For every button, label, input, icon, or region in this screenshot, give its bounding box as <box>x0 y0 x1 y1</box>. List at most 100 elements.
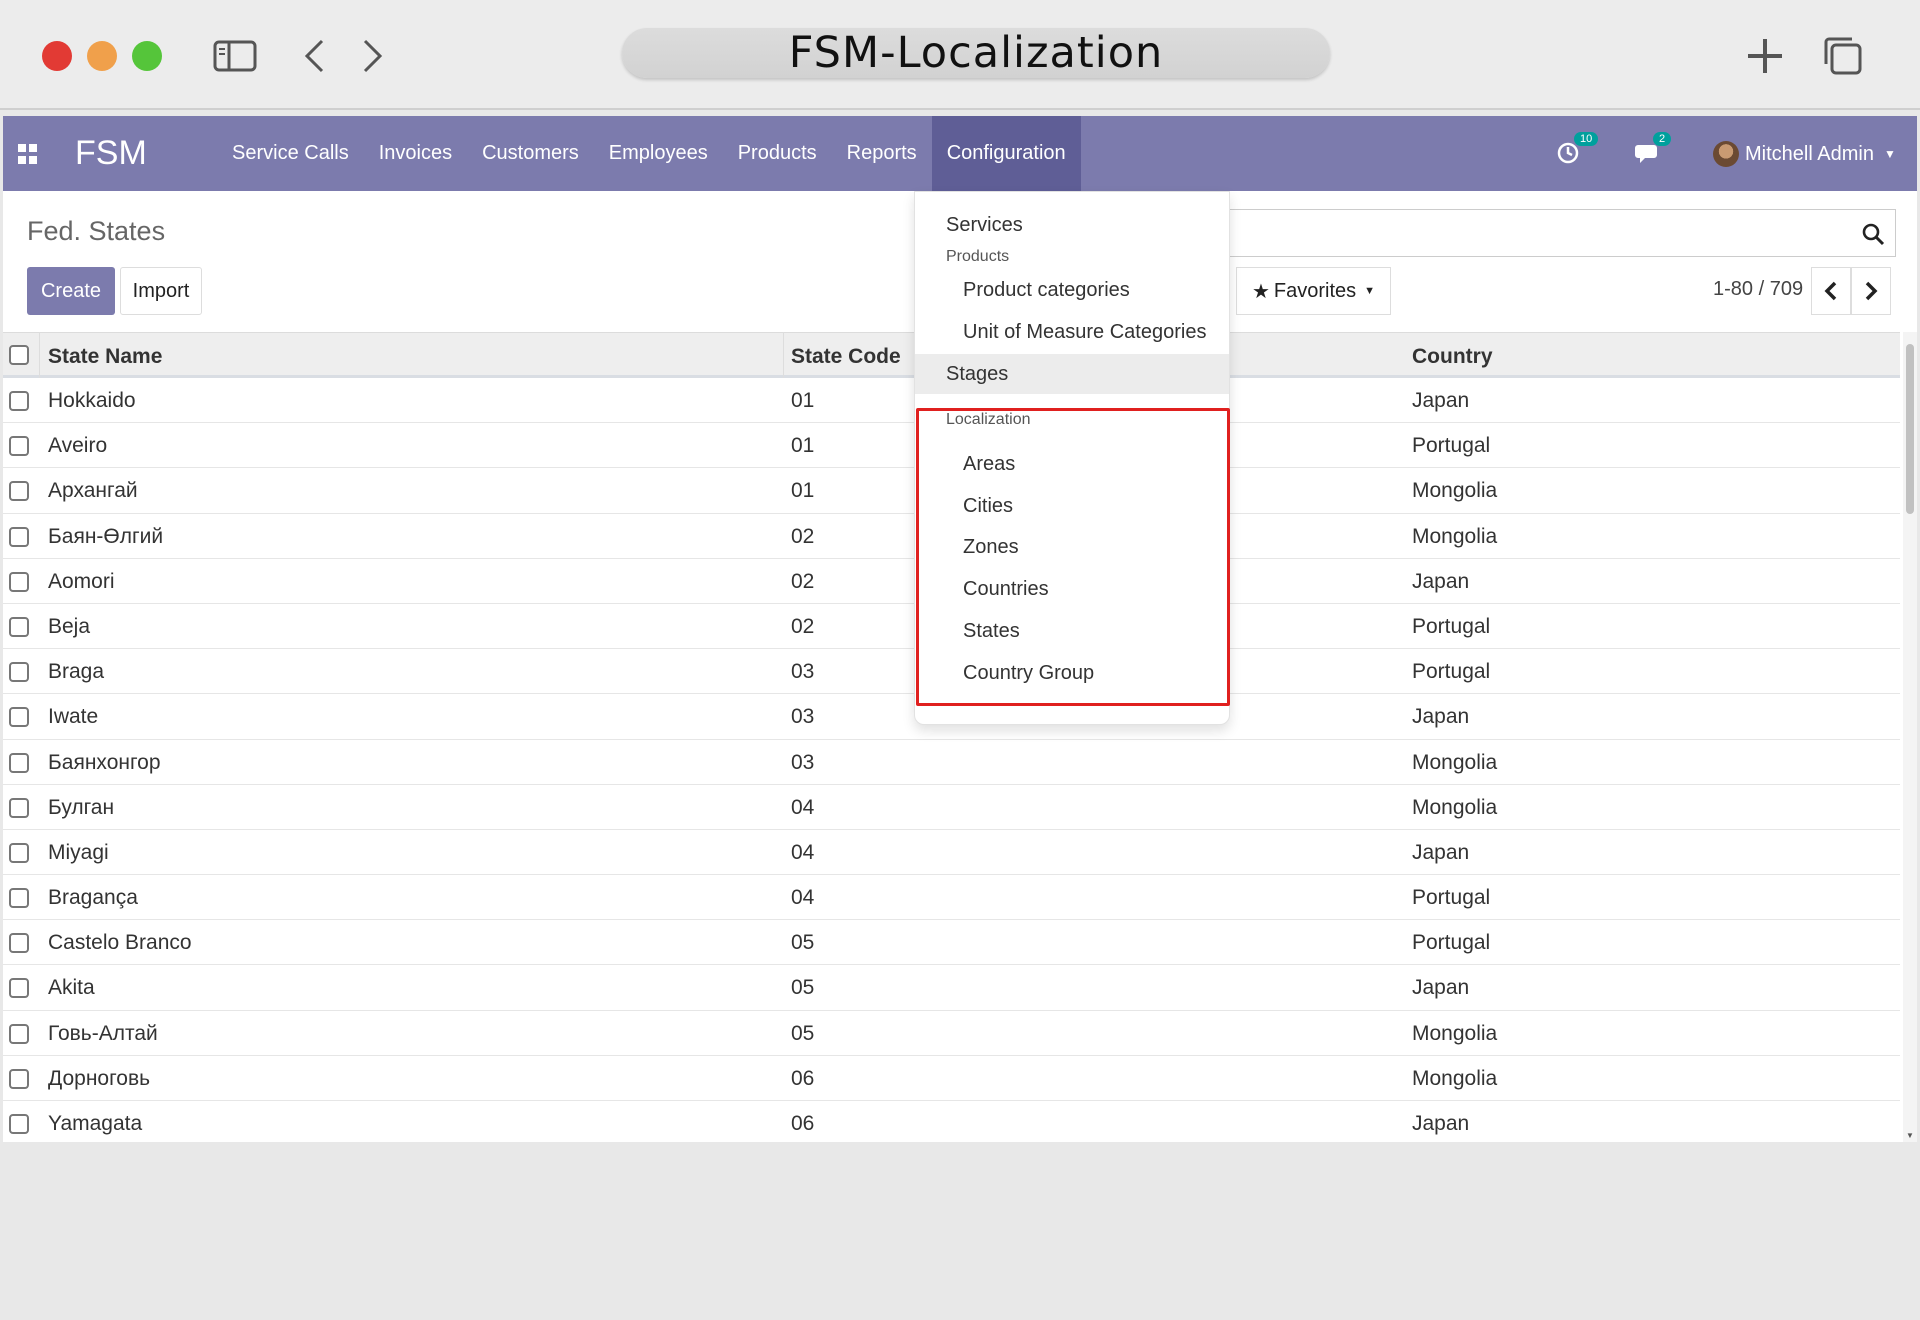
state-code-cell: 02 <box>791 524 815 548</box>
row-checkbox[interactable] <box>9 616 29 637</box>
country-cell: Mongolia <box>1412 479 1498 503</box>
dropdown-item-countries[interactable]: Countries <box>915 569 1229 609</box>
dropdown-item-states[interactable]: States <box>915 611 1229 651</box>
state-code-cell: 01 <box>791 389 815 412</box>
new-tab-plus-icon[interactable] <box>1740 34 1790 78</box>
search-input[interactable] <box>1218 209 1896 257</box>
column-header-country[interactable]: Country <box>1412 345 1493 369</box>
menu-products[interactable]: Products <box>723 116 832 191</box>
row-checkbox[interactable] <box>9 752 29 773</box>
menu-employees[interactable]: Employees <box>594 116 723 191</box>
chevron-left-icon <box>1824 281 1837 301</box>
dropdown-item-services[interactable]: Services <box>915 205 1229 245</box>
avatar <box>1713 141 1739 167</box>
dropdown-item-country-group[interactable]: Country Group <box>915 653 1229 693</box>
row-checkbox[interactable] <box>9 436 29 457</box>
state-code-cell: 04 <box>791 795 815 819</box>
row-checkbox[interactable] <box>9 662 29 683</box>
user-menu[interactable]: Mitchell Admin ▼ <box>1713 138 1896 170</box>
table-row[interactable]: Miyagi 04 Japan <box>3 830 1900 876</box>
configuration-dropdown: Services Products Product categories Uni… <box>914 191 1230 725</box>
dropdown-item-stages[interactable]: Stages <box>915 354 1229 394</box>
back-arrow-icon[interactable] <box>296 34 332 78</box>
row-checkbox[interactable] <box>9 526 29 547</box>
select-all-checkbox[interactable] <box>9 345 29 365</box>
activity-icon[interactable]: 10 <box>1556 132 1599 168</box>
menu-reports[interactable]: Reports <box>832 116 932 191</box>
row-checkbox[interactable] <box>9 1114 29 1134</box>
table-row[interactable]: Yamagata 06 Japan <box>3 1101 1900 1142</box>
menu-service-calls[interactable]: Service Calls <box>217 116 364 191</box>
apps-menu-icon[interactable] <box>18 144 38 164</box>
scrollbar-thumb[interactable] <box>1906 344 1914 514</box>
row-checkbox[interactable] <box>9 1068 29 1089</box>
maximize-window-button[interactable] <box>132 41 162 71</box>
column-header-state-code[interactable]: State Code <box>791 345 901 369</box>
country-cell: Portugal <box>1412 434 1491 458</box>
forward-arrow-icon[interactable] <box>355 34 391 78</box>
create-button[interactable]: Create <box>27 267 115 315</box>
dropdown-item-uom-categories[interactable]: Unit of Measure Categories <box>915 312 1229 352</box>
vertical-scrollbar[interactable]: ▼ <box>1903 332 1917 1142</box>
country-cell: Japan <box>1412 1112 1470 1135</box>
caret-down-icon: ▼ <box>1883 147 1896 161</box>
state-name-cell: Castelo Branco <box>48 931 192 955</box>
row-checkbox[interactable] <box>9 481 29 502</box>
row-checkbox[interactable] <box>9 978 29 999</box>
minimize-window-button[interactable] <box>87 41 117 71</box>
row-checkbox[interactable] <box>9 707 29 728</box>
menu-invoices[interactable]: Invoices <box>364 116 467 191</box>
row-checkbox[interactable] <box>9 391 29 411</box>
row-checkbox[interactable] <box>9 571 29 592</box>
country-cell: Mongolia <box>1412 795 1498 819</box>
dropdown-item-areas[interactable]: Areas <box>915 444 1229 484</box>
row-checkbox[interactable] <box>9 797 29 818</box>
sidebar-toggle-icon[interactable] <box>212 34 258 78</box>
state-name-cell: Aomori <box>48 569 115 593</box>
state-name-cell: Hokkaido <box>48 389 136 412</box>
address-bar[interactable]: FSM-Localization <box>622 28 1330 78</box>
menu-customers[interactable]: Customers <box>467 116 594 191</box>
dropdown-item-cities[interactable]: Cities <box>915 486 1229 526</box>
messages-icon[interactable]: 2 <box>1635 132 1672 168</box>
column-header-state-name[interactable]: State Name <box>48 345 162 369</box>
menu-configuration[interactable]: Configuration <box>931 116 1081 191</box>
state-name-cell: Булган <box>48 795 115 819</box>
pager-previous-button[interactable] <box>1811 267 1851 315</box>
table-row[interactable]: Akita 05 Japan <box>3 965 1900 1011</box>
state-code-cell: 05 <box>791 1021 815 1045</box>
country-cell: Portugal <box>1412 660 1491 684</box>
close-window-button[interactable] <box>42 41 72 71</box>
user-name: Mitchell Admin <box>1745 142 1874 165</box>
app-brand[interactable]: FSM <box>75 134 147 173</box>
state-code-cell: 03 <box>791 750 815 774</box>
favorites-button[interactable]: ★ Favorites ▼ <box>1236 267 1391 315</box>
country-cell: Japan <box>1412 389 1470 412</box>
state-name-cell: Архангай <box>48 479 138 503</box>
table-row[interactable]: Говь-Алтай 05 Mongolia <box>3 1011 1900 1056</box>
row-checkbox[interactable] <box>9 1023 29 1044</box>
import-button[interactable]: Import <box>120 267 202 315</box>
pager-next-button[interactable] <box>1851 267 1891 315</box>
tab-overview-icon[interactable] <box>1818 34 1868 78</box>
country-cell: Japan <box>1412 840 1470 864</box>
row-checkbox[interactable] <box>9 842 29 863</box>
table-row[interactable]: Булган 04 Mongolia <box>3 785 1900 830</box>
search-icon[interactable] <box>1861 222 1885 246</box>
country-cell: Japan <box>1412 976 1470 1000</box>
dropdown-header-localization: Localization <box>946 411 1031 428</box>
state-name-cell: Баян-Өлгий <box>48 524 164 548</box>
table-row[interactable]: Дорноговь 06 Mongolia <box>3 1056 1900 1101</box>
pager-value[interactable]: 1-80 / 709 <box>1713 278 1803 301</box>
row-checkbox[interactable] <box>9 933 29 954</box>
table-row[interactable]: Castelo Branco 05 Portugal <box>3 920 1900 966</box>
table-row[interactable]: Bragança 04 Portugal <box>3 875 1900 921</box>
state-code-cell: 01 <box>791 434 815 458</box>
dropdown-item-product-categories[interactable]: Product categories <box>915 270 1229 310</box>
scroll-down-arrow-icon[interactable]: ▼ <box>1906 1131 1914 1140</box>
table-row[interactable]: Баянхонгор 03 Mongolia <box>3 740 1900 785</box>
state-code-cell: 04 <box>791 886 815 910</box>
row-checkbox[interactable] <box>9 888 29 909</box>
country-cell: Portugal <box>1412 886 1491 910</box>
dropdown-item-zones[interactable]: Zones <box>915 527 1229 567</box>
